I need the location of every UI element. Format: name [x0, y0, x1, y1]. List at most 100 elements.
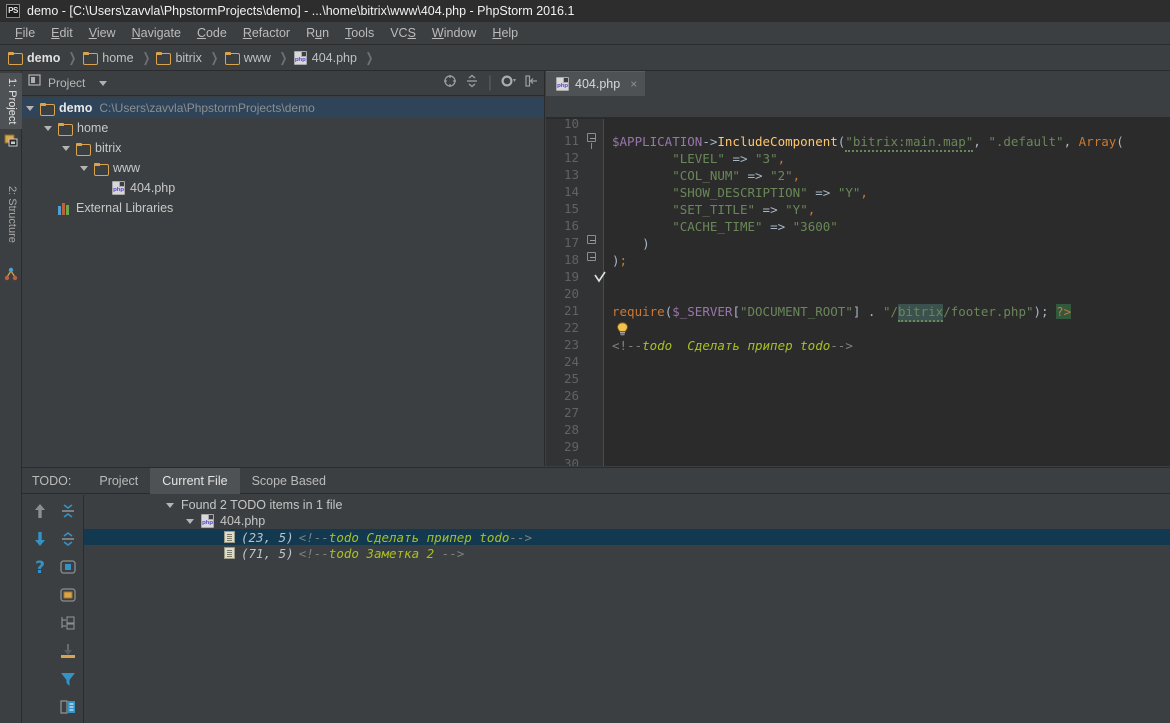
expand-arrow-icon[interactable]: [26, 106, 34, 111]
menu-item-refactor[interactable]: Refactor: [235, 24, 298, 42]
menu-item-run[interactable]: Run: [298, 24, 337, 42]
folder-icon: [225, 52, 239, 63]
expand-arrow-icon[interactable]: [80, 166, 88, 171]
expand-arrow-icon[interactable]: [186, 519, 194, 524]
todo-tab-project[interactable]: Project: [87, 468, 150, 494]
todo-item-label: Found 2 TODO items in 1 file: [181, 498, 342, 512]
sidebar-tab-project[interactable]: 1: Project: [0, 73, 22, 129]
breadcrumb-item-404-php[interactable]: 404.php: [294, 51, 357, 65]
todo-tab-scope-based[interactable]: Scope Based: [240, 468, 338, 494]
todo-item-location: (23, 5): [241, 530, 294, 545]
breadcrumb-label: home: [102, 51, 133, 65]
todo-item-comment: <!--todo Заметка 2 -->: [299, 546, 465, 561]
code-line-17: ): [612, 235, 650, 252]
group-by-module-icon[interactable]: [58, 557, 78, 577]
todo-sidebar-toolbar: ?: [22, 495, 84, 723]
filter-icon[interactable]: [58, 669, 78, 689]
tree-node-bitrix[interactable]: bitrix: [22, 138, 544, 158]
todo-tab-current-file[interactable]: Current File: [150, 468, 239, 494]
code-editor[interactable]: 1011121314151617181920212223242526272829…: [546, 119, 1170, 466]
phpstorm-window: PS demo - [C:\Users\zavvla\PhpstormProje…: [0, 0, 1170, 723]
line-number-21: 21: [546, 303, 579, 318]
menu-item-view[interactable]: View: [81, 24, 124, 42]
php-file-icon: [112, 181, 125, 195]
code-line-23: <!--todo Сделать припер todo-->: [612, 337, 853, 354]
folder-icon: [76, 143, 90, 154]
previous-occurrence-icon[interactable]: [30, 501, 50, 521]
title-bar: PS demo - [C:\Users\zavvla\PhpstormProje…: [0, 0, 1170, 22]
menu-item-tools[interactable]: Tools: [337, 24, 382, 42]
todo-list-item[interactable]: (23, 5)<!--todo Сделать припер todo-->: [84, 529, 1170, 545]
scroll-from-source-icon[interactable]: [443, 74, 457, 93]
menu-bar: FileEditViewNavigateCodeRefactorRunTools…: [0, 22, 1170, 45]
line-number-19: 19: [546, 269, 579, 284]
sidebar-tab-structure[interactable]: 2: Structure: [0, 181, 22, 248]
fold-marker-line18[interactable]: [587, 252, 601, 268]
menu-item-window[interactable]: Window: [424, 24, 484, 42]
breadcrumb-item-bitrix[interactable]: bitrix: [156, 51, 201, 65]
folder-icon: [40, 103, 54, 114]
code-line-13: "COL_NUM" => "2",: [612, 167, 800, 184]
breadcrumb-label: www: [244, 51, 271, 65]
close-icon[interactable]: ×: [630, 77, 637, 91]
tree-node-demo[interactable]: demoC:\Users\zavvla\PhpstormProjects\dem…: [22, 98, 544, 118]
tree-node-label: www: [113, 161, 140, 175]
expand-arrow-icon[interactable]: [44, 126, 52, 131]
expand-arrow-icon[interactable]: [166, 503, 174, 508]
todo-item-label: 404.php: [220, 514, 265, 528]
menu-item-navigate[interactable]: Navigate: [124, 24, 189, 42]
svg-text:?: ?: [35, 558, 45, 577]
tree-node-label: demo: [59, 101, 92, 115]
next-occurrence-icon[interactable]: [30, 529, 50, 549]
gear-icon[interactable]: [500, 74, 516, 93]
chevron-down-icon[interactable]: [99, 81, 107, 86]
tree-node-home[interactable]: home: [22, 118, 544, 138]
collapse-all-icon[interactable]: [58, 529, 78, 549]
todo-occurrence-icon: [224, 531, 235, 543]
preview-source-icon[interactable]: [58, 697, 78, 717]
help-icon[interactable]: ?: [30, 557, 50, 577]
tree-node-label: 404.php: [130, 181, 175, 195]
fold-marker-line17[interactable]: [587, 235, 601, 251]
todo-item-location: (71, 5): [241, 546, 294, 561]
line-number-10: 10: [546, 119, 579, 131]
breadcrumb-separator: ❯: [366, 50, 374, 66]
line-number-11: 11: [546, 133, 579, 148]
menu-item-edit[interactable]: Edit: [43, 24, 81, 42]
tree-node-404-php[interactable]: 404.php: [22, 178, 544, 198]
todo-body: ?: [22, 495, 1170, 723]
breadcrumb-item-demo[interactable]: demo: [8, 51, 60, 65]
breadcrumb-item-www[interactable]: www: [225, 51, 271, 65]
editor-gutter[interactable]: 1011121314151617181920212223242526272829…: [546, 119, 604, 466]
line-number-13: 13: [546, 167, 579, 182]
fold-marker-line11[interactable]: [587, 133, 601, 149]
line-number-15: 15: [546, 201, 579, 216]
menu-item-help[interactable]: Help: [484, 24, 526, 42]
folder-icon: [94, 163, 108, 174]
project-tool-window: Project: [22, 71, 545, 466]
hide-window-icon[interactable]: [524, 74, 538, 93]
todo-list-item[interactable]: (71, 5) <!--todo Заметка 2 -->: [84, 545, 1170, 561]
flatten-packages-icon[interactable]: [58, 613, 78, 633]
menu-item-file[interactable]: File: [7, 24, 43, 42]
todo-list-item[interactable]: 404.php: [84, 513, 1170, 529]
intention-bulb-icon[interactable]: [616, 322, 629, 336]
collapse-all-icon[interactable]: [465, 74, 479, 93]
expand-arrow-icon[interactable]: [62, 146, 70, 151]
menu-item-vcs[interactable]: VCS: [382, 24, 424, 42]
menu-item-code[interactable]: Code: [189, 24, 235, 42]
todo-items-list[interactable]: Found 2 TODO items in 1 file404.php(23, …: [84, 495, 1170, 723]
editor-tab-bar-empty: [645, 71, 1170, 96]
tree-node-external-libraries[interactable]: External Libraries: [22, 198, 544, 218]
export-to-file-icon[interactable]: [58, 641, 78, 661]
group-by-package-icon[interactable]: [58, 585, 78, 605]
editor-tab-404php[interactable]: 404.php ×: [546, 71, 645, 96]
line-number-22: 22: [546, 320, 579, 335]
todo-list-item[interactable]: Found 2 TODO items in 1 file: [84, 497, 1170, 513]
code-text[interactable]: $APPLICATION->IncludeComponent("bitrix:m…: [604, 119, 1170, 466]
project-file-tree[interactable]: demoC:\Users\zavvla\PhpstormProjects\dem…: [22, 96, 544, 466]
tree-node-www[interactable]: www: [22, 158, 544, 178]
breadcrumb-item-home[interactable]: home: [83, 51, 133, 65]
expand-all-icon[interactable]: [58, 501, 78, 521]
code-line-18: );: [612, 252, 627, 269]
